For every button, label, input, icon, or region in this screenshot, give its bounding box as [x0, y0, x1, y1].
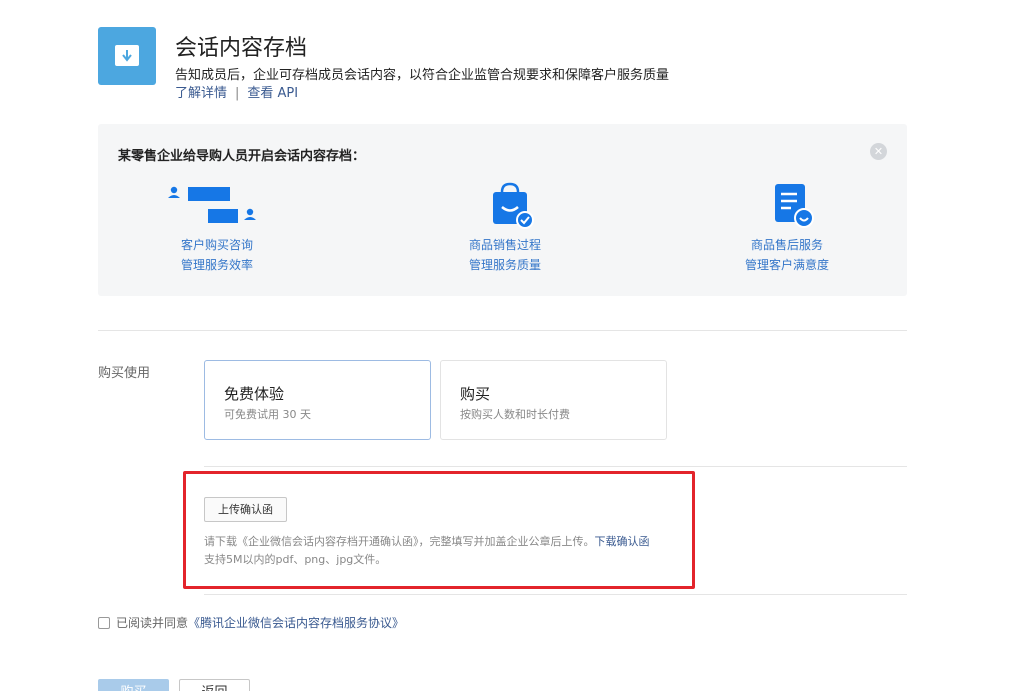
link-separator: |: [235, 86, 240, 101]
option-name: 免费体验: [224, 385, 285, 403]
feature-line1: 商品销售过程: [468, 238, 541, 252]
option-name: 购买: [460, 385, 491, 403]
close-icon[interactable]: ✕: [870, 143, 887, 160]
example-panel: 某零售企业给导购人员开启会话内容存档： ✕ 客户购买咨询 管理服务效率 商品销售…: [98, 124, 907, 296]
shopping-bag-check-icon: [405, 182, 605, 234]
upload-formats-hint: 支持5M以内的pdf、png、jpg文件。: [204, 553, 387, 566]
agreement-text: 已阅读并同意: [116, 616, 189, 630]
option-purchase[interactable]: 购买 按购买人数和时长付费: [440, 360, 667, 440]
feature-line2: 管理服务效率: [180, 258, 253, 272]
view-api-link[interactable]: 查看 API: [247, 86, 298, 101]
header-links: 了解详情 | 查看 API: [175, 82, 298, 101]
option-free-trial[interactable]: 免费体验 可免费试用 30 天: [204, 360, 431, 440]
option-subtitle: 可免费试用 30 天: [224, 408, 311, 421]
app-icon: [98, 27, 156, 85]
feature-consult: 客户购买咨询 管理服务效率: [117, 184, 317, 274]
feature-sales: 商品销售过程 管理服务质量: [405, 182, 605, 274]
page-title: 会话内容存档: [175, 36, 308, 61]
highlight-box: [183, 471, 695, 589]
feature-line1: 客户购买咨询: [180, 238, 253, 252]
upload-confirmation-button[interactable]: 上传确认函: [204, 497, 287, 522]
document-smile-icon: [687, 184, 887, 234]
download-confirmation-link[interactable]: 下载确认函: [595, 535, 650, 548]
feature-line1: 商品售后服务: [750, 238, 823, 252]
divider: [204, 594, 907, 595]
panel-title: 某零售企业给导购人员开启会话内容存档：: [118, 149, 366, 164]
purchase-label: 购买使用: [98, 366, 151, 381]
purchase-button[interactable]: 购买: [98, 679, 169, 691]
feature-line2: 管理客户满意度: [744, 258, 829, 272]
chat-bubbles-icon: [117, 184, 317, 234]
upload-hint: 请下载《企业微信会话内容存档开通确认函》，完整填写并加盖企业公章后上传。下载确认…: [204, 533, 650, 549]
upload-hint-text: 请下载《企业微信会话内容存档开通确认函》，完整填写并加盖企业公章后上传。: [204, 535, 595, 548]
agreement-row: 已阅读并同意 《腾讯企业微信会话内容存档服务协议》: [98, 614, 404, 631]
download-box-icon: [122, 50, 132, 62]
page-description: 告知成员后，企业可存档成员会话内容，以符合企业监管合规要求和保障客户服务质量: [175, 68, 670, 83]
option-subtitle: 按购买人数和时长付费: [460, 408, 570, 421]
learn-more-link[interactable]: 了解详情: [175, 86, 227, 101]
feature-aftersale: 商品售后服务 管理客户满意度: [687, 184, 887, 274]
divider: [98, 330, 907, 331]
divider: [204, 466, 907, 467]
feature-line2: 管理服务质量: [468, 258, 541, 272]
back-button[interactable]: 返回: [179, 679, 250, 691]
service-agreement-link[interactable]: 《腾讯企业微信会话内容存档服务协议》: [188, 614, 404, 631]
agreement-checkbox[interactable]: [98, 616, 110, 629]
